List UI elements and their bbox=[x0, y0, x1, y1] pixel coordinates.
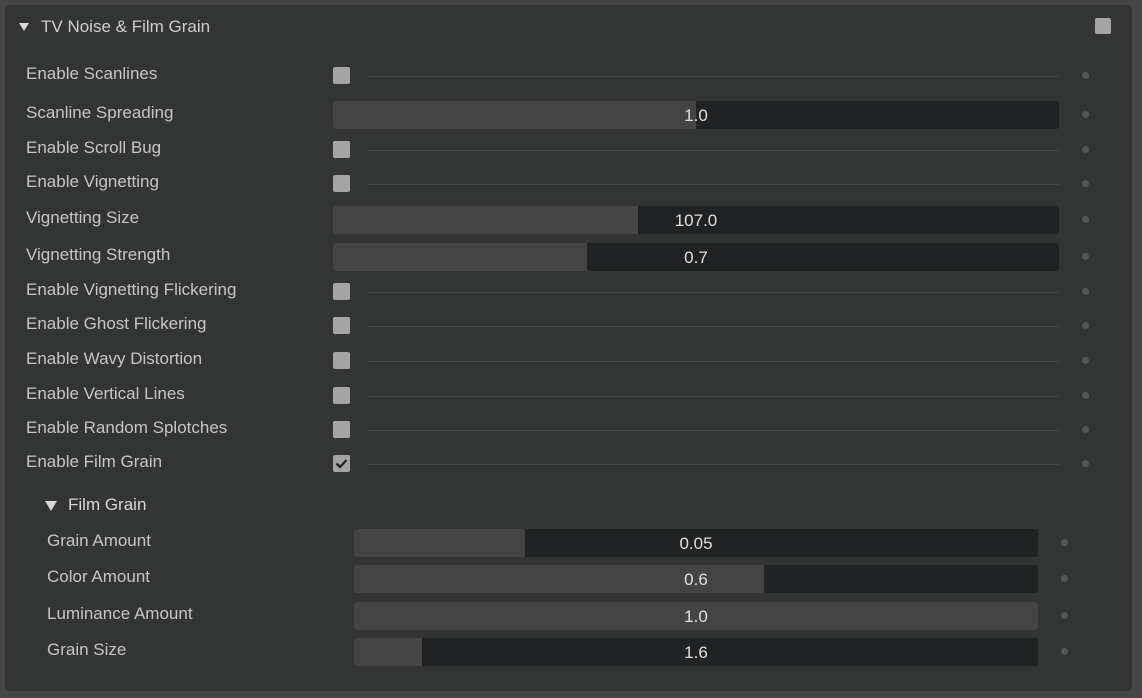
setting-row-enable-vertical-lines: Enable Vertical Lines bbox=[5, 380, 1132, 412]
row-divider-line bbox=[367, 184, 1059, 185]
enable-film-grain-checkbox[interactable] bbox=[333, 455, 350, 472]
keyframe-dot-icon[interactable] bbox=[1082, 111, 1089, 118]
checkmark-icon bbox=[335, 459, 348, 469]
setting-row-enable-vignetting: Enable Vignetting bbox=[5, 168, 1132, 200]
setting-row-color-amount: Color Amount 0.6 bbox=[5, 563, 1132, 595]
setting-row-enable-wavy-distortion: Enable Wavy Distortion bbox=[5, 345, 1132, 377]
setting-label: Enable Vignetting Flickering bbox=[26, 280, 237, 299]
keyframe-dot-icon[interactable] bbox=[1061, 648, 1068, 655]
setting-row-enable-film-grain: Enable Film Grain bbox=[5, 448, 1132, 480]
setting-row-luminance-amount: Luminance Amount 1.0 bbox=[5, 600, 1132, 632]
keyframe-dot-icon[interactable] bbox=[1061, 575, 1068, 582]
setting-label: Enable Vertical Lines bbox=[26, 384, 185, 403]
setting-label: Enable Film Grain bbox=[26, 452, 163, 471]
slider-value: 1.6 bbox=[684, 643, 708, 662]
row-divider-line bbox=[367, 396, 1059, 397]
keyframe-dot-icon[interactable] bbox=[1082, 426, 1089, 433]
slider-value: 0.6 bbox=[684, 570, 708, 589]
setting-row-vignetting-size: Vignetting Size 107.0 bbox=[5, 204, 1132, 236]
keyframe-dot-icon[interactable] bbox=[1082, 146, 1089, 153]
setting-label: Enable Scanlines bbox=[26, 64, 158, 83]
row-divider-line bbox=[367, 430, 1059, 431]
grain-size-slider[interactable]: 1.6 bbox=[354, 638, 1038, 666]
slider-value: 1.0 bbox=[684, 607, 708, 626]
row-divider-line bbox=[367, 326, 1059, 327]
setting-row-enable-ghost-flickering: Enable Ghost Flickering bbox=[5, 310, 1132, 342]
scanline-spreading-slider[interactable]: 1.0 bbox=[333, 101, 1059, 129]
enable-random-splotches-checkbox[interactable] bbox=[333, 421, 350, 438]
setting-label: Scanline Spreading bbox=[26, 103, 174, 122]
setting-label: Luminance Amount bbox=[47, 604, 193, 623]
setting-label: Enable Wavy Distortion bbox=[26, 349, 203, 368]
enable-wavy-distortion-checkbox[interactable] bbox=[333, 352, 350, 369]
keyframe-dot-icon[interactable] bbox=[1061, 612, 1068, 619]
panel-enable-checkbox[interactable] bbox=[1095, 18, 1111, 34]
setting-row-scanline-spreading: Scanline Spreading 1.0 bbox=[5, 99, 1132, 131]
keyframe-dot-icon[interactable] bbox=[1082, 180, 1089, 187]
slider-value: 0.7 bbox=[684, 248, 708, 267]
setting-label: Enable Random Splotches bbox=[26, 418, 228, 437]
setting-row-enable-random-splotches: Enable Random Splotches bbox=[5, 414, 1132, 446]
panel-title: TV Noise & Film Grain bbox=[41, 17, 211, 36]
setting-row-enable-vignetting-flickering: Enable Vignetting Flickering bbox=[5, 276, 1132, 308]
vignetting-strength-slider[interactable]: 0.7 bbox=[333, 243, 1059, 271]
keyframe-dot-icon[interactable] bbox=[1082, 72, 1089, 79]
setting-label: Enable Vignetting bbox=[26, 172, 159, 191]
row-divider-line bbox=[367, 76, 1059, 77]
enable-ghost-flickering-checkbox[interactable] bbox=[333, 317, 350, 334]
slider-value: 0.05 bbox=[679, 534, 713, 553]
enable-scroll-bug-checkbox[interactable] bbox=[333, 141, 350, 158]
collapse-triangle-icon[interactable] bbox=[19, 23, 29, 31]
tv-noise-film-grain-panel: TV Noise & Film Grain Enable Scanlines Sc… bbox=[5, 5, 1132, 691]
setting-label: Grain Amount bbox=[47, 531, 151, 550]
row-divider-line bbox=[367, 292, 1059, 293]
film-grain-collapse-triangle-icon[interactable] bbox=[45, 501, 57, 511]
keyframe-dot-icon[interactable] bbox=[1082, 253, 1089, 260]
setting-row-grain-size: Grain Size 1.6 bbox=[5, 636, 1132, 668]
row-divider-line bbox=[367, 464, 1059, 465]
setting-row-grain-amount: Grain Amount 0.05 bbox=[5, 527, 1132, 559]
keyframe-dot-icon[interactable] bbox=[1082, 288, 1089, 295]
setting-label: Grain Size bbox=[47, 640, 127, 659]
setting-label: Color Amount bbox=[47, 567, 150, 586]
setting-row-enable-scanlines: Enable Scanlines bbox=[5, 60, 1132, 92]
row-divider-line bbox=[367, 150, 1059, 151]
setting-label: Enable Ghost Flickering bbox=[26, 314, 207, 333]
panel-header[interactable]: TV Noise & Film Grain bbox=[5, 5, 1132, 49]
enable-vignetting-checkbox[interactable] bbox=[333, 175, 350, 192]
color-amount-slider[interactable]: 0.6 bbox=[354, 565, 1038, 593]
setting-label: Vignetting Strength bbox=[26, 245, 171, 264]
setting-label: Vignetting Size bbox=[26, 208, 140, 227]
vignetting-size-slider[interactable]: 107.0 bbox=[333, 206, 1059, 234]
setting-row-vignetting-strength: Vignetting Strength 0.7 bbox=[5, 241, 1132, 273]
enable-vignetting-flickering-checkbox[interactable] bbox=[333, 283, 350, 300]
keyframe-dot-icon[interactable] bbox=[1082, 460, 1089, 467]
setting-row-enable-scroll-bug: Enable Scroll Bug bbox=[5, 134, 1132, 166]
film-grain-section-title[interactable]: Film Grain bbox=[68, 495, 146, 515]
keyframe-dot-icon[interactable] bbox=[1082, 357, 1089, 364]
grain-amount-slider[interactable]: 0.05 bbox=[354, 529, 1038, 557]
enable-vertical-lines-checkbox[interactable] bbox=[333, 387, 350, 404]
luminance-amount-slider[interactable]: 1.0 bbox=[354, 602, 1038, 630]
slider-value: 107.0 bbox=[674, 211, 718, 230]
keyframe-dot-icon[interactable] bbox=[1082, 392, 1089, 399]
slider-value: 1.0 bbox=[684, 106, 708, 125]
setting-label: Enable Scroll Bug bbox=[26, 138, 162, 157]
keyframe-dot-icon[interactable] bbox=[1082, 322, 1089, 329]
enable-scanlines-checkbox[interactable] bbox=[333, 67, 350, 84]
keyframe-dot-icon[interactable] bbox=[1061, 539, 1068, 546]
keyframe-dot-icon[interactable] bbox=[1082, 216, 1089, 223]
row-divider-line bbox=[367, 361, 1059, 362]
